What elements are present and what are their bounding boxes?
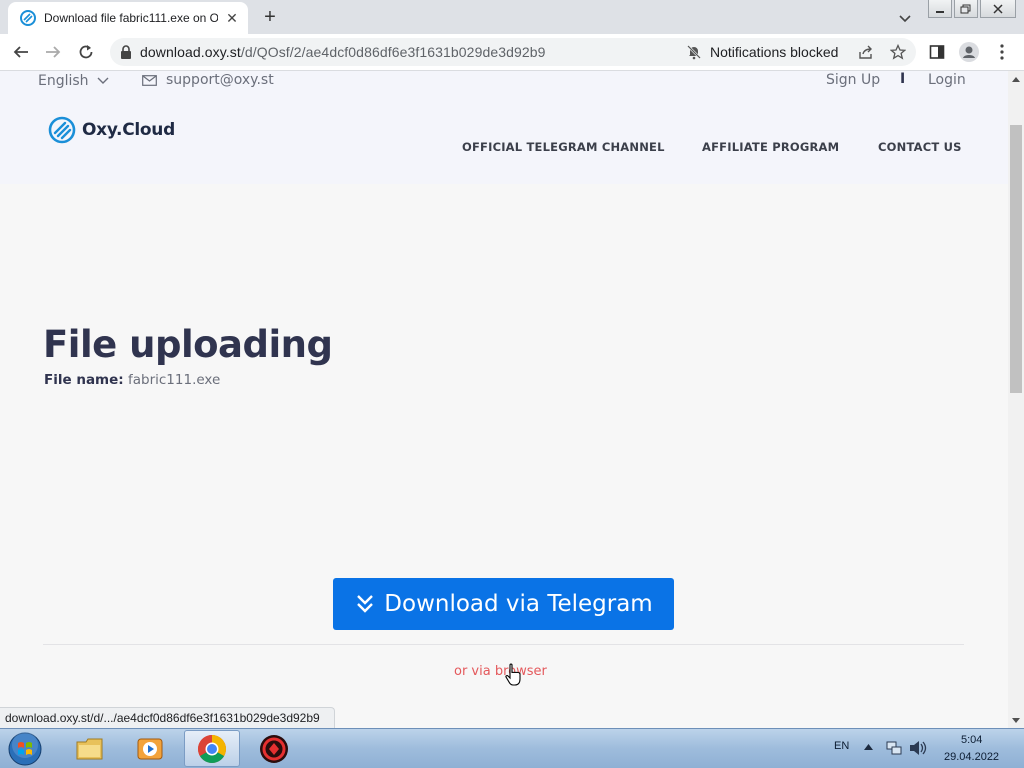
file-name-value: fabric111.exe: [127, 372, 221, 388]
divider: [43, 644, 964, 645]
url-host: download.oxy.st: [140, 44, 241, 60]
bookmark-star-icon[interactable]: [890, 44, 906, 60]
media-player-icon: [137, 738, 163, 759]
login-link[interactable]: Login: [928, 72, 966, 88]
site-header: English support@oxy.st Sign Up I Login O…: [0, 71, 1008, 184]
window-controls: [926, 0, 1016, 18]
tab-title: Download file fabric111.exe on O: [44, 11, 218, 25]
scroll-up-arrow-icon[interactable]: [1008, 71, 1024, 87]
scroll-down-arrow-icon[interactable]: [1008, 712, 1024, 728]
taskbar-security-app[interactable]: [246, 730, 302, 767]
page-scrollbar[interactable]: [1008, 71, 1024, 728]
input-language[interactable]: EN: [834, 740, 849, 752]
taskbar-media-player[interactable]: [122, 730, 178, 767]
minimize-icon: [936, 10, 944, 13]
folder-icon: [76, 738, 103, 759]
notifications-blocked-chip[interactable]: Notifications blocked: [686, 38, 838, 66]
download-telegram-label: Download via Telegram: [384, 591, 653, 617]
nav-contact-us[interactable]: CONTACT US: [878, 140, 962, 154]
lock-icon: [121, 45, 131, 59]
sign-up-link[interactable]: Sign Up: [826, 72, 880, 88]
security-app-icon: [260, 734, 288, 763]
double-chevron-down-icon: [357, 595, 374, 613]
reload-icon: [79, 45, 93, 59]
close-icon: [993, 3, 1003, 14]
minimize-button[interactable]: [928, 0, 952, 18]
side-panel-button[interactable]: [927, 42, 947, 62]
hand-cursor-icon: [505, 663, 521, 686]
side-panel-icon: [929, 45, 945, 59]
tab-strip: Download file fabric111.exe on O ✕ +: [0, 0, 1024, 34]
windows-taskbar: EN 5:04 29.04.2022: [0, 728, 1024, 768]
file-name-label: File name:: [44, 372, 124, 388]
file-name-row: File name: fabric111.exe: [44, 372, 220, 388]
url-path: /d/QOsf/2/ae4dcf0d86df6e3f1631b029de3d92…: [240, 44, 546, 60]
url-text: download.oxy.st/d/QOsf/2/ae4dcf0d86df6e3…: [140, 44, 546, 60]
language-label: English: [38, 73, 89, 89]
back-button[interactable]: [9, 40, 33, 64]
clock-time[interactable]: 5:04: [961, 734, 982, 746]
close-window-button[interactable]: [980, 0, 1016, 18]
tab-close-icon[interactable]: ✕: [224, 10, 240, 26]
tab-search-chevron-icon[interactable]: [894, 8, 916, 28]
volume-icon[interactable]: [909, 740, 927, 756]
forward-button[interactable]: [41, 40, 65, 64]
menu-button[interactable]: [992, 42, 1012, 62]
restore-button[interactable]: [954, 0, 978, 18]
back-arrow-icon: [13, 46, 28, 58]
chrome-icon: [198, 734, 226, 763]
address-bar[interactable]: download.oxy.st/d/QOsf/2/ae4dcf0d86df6e3…: [110, 38, 916, 66]
download-telegram-button[interactable]: Download via Telegram: [333, 578, 674, 630]
taskbar-chrome[interactable]: [184, 730, 240, 767]
mail-icon: [142, 74, 157, 86]
profile-avatar-icon: [959, 42, 979, 62]
download-browser-link[interactable]: or via browser: [454, 664, 547, 679]
bell-off-icon: [687, 45, 701, 60]
page-viewport: English support@oxy.st Sign Up I Login O…: [0, 71, 1008, 728]
new-tab-button[interactable]: +: [258, 6, 282, 30]
support-email: support@oxy.st: [166, 72, 274, 88]
windows-start-orb-icon: [8, 732, 42, 766]
forward-arrow-icon: [46, 46, 61, 58]
support-email-link[interactable]: support@oxy.st: [142, 72, 274, 88]
browser-toolbar: download.oxy.st/d/QOsf/2/ae4dcf0d86df6e3…: [0, 34, 1024, 71]
nav-affiliate-program[interactable]: AFFILIATE PROGRAM: [702, 140, 839, 154]
site-logo[interactable]: Oxy.Cloud: [48, 116, 175, 144]
oxy-logo-icon: [48, 116, 76, 144]
language-selector[interactable]: English: [38, 73, 109, 89]
clock-date[interactable]: 29.04.2022: [944, 751, 999, 763]
auth-separator: I: [900, 71, 906, 87]
scrollbar-thumb[interactable]: [1010, 125, 1022, 393]
page-title: File uploading: [43, 323, 333, 366]
profile-button[interactable]: [959, 42, 979, 62]
browser-tab[interactable]: Download file fabric111.exe on O ✕: [8, 2, 248, 34]
restore-icon: [960, 4, 971, 13]
reload-button[interactable]: [74, 40, 98, 64]
share-icon[interactable]: [858, 44, 874, 60]
link-status-bubble: download.oxy.st/d/.../ae4dcf0d86df6e3f16…: [0, 707, 335, 728]
taskbar-explorer[interactable]: [62, 730, 118, 767]
oxy-favicon-icon: [20, 10, 36, 26]
notifications-label: Notifications blocked: [710, 44, 839, 60]
network-icon[interactable]: [886, 740, 902, 756]
tray-expand-icon[interactable]: [864, 744, 873, 750]
nav-telegram-channel[interactable]: OFFICIAL TELEGRAM CHANNEL: [462, 140, 665, 154]
start-button[interactable]: [6, 731, 44, 767]
more-vertical-icon: [1000, 44, 1004, 60]
logo-text: Oxy.Cloud: [82, 120, 175, 140]
chevron-down-icon: [97, 77, 109, 84]
